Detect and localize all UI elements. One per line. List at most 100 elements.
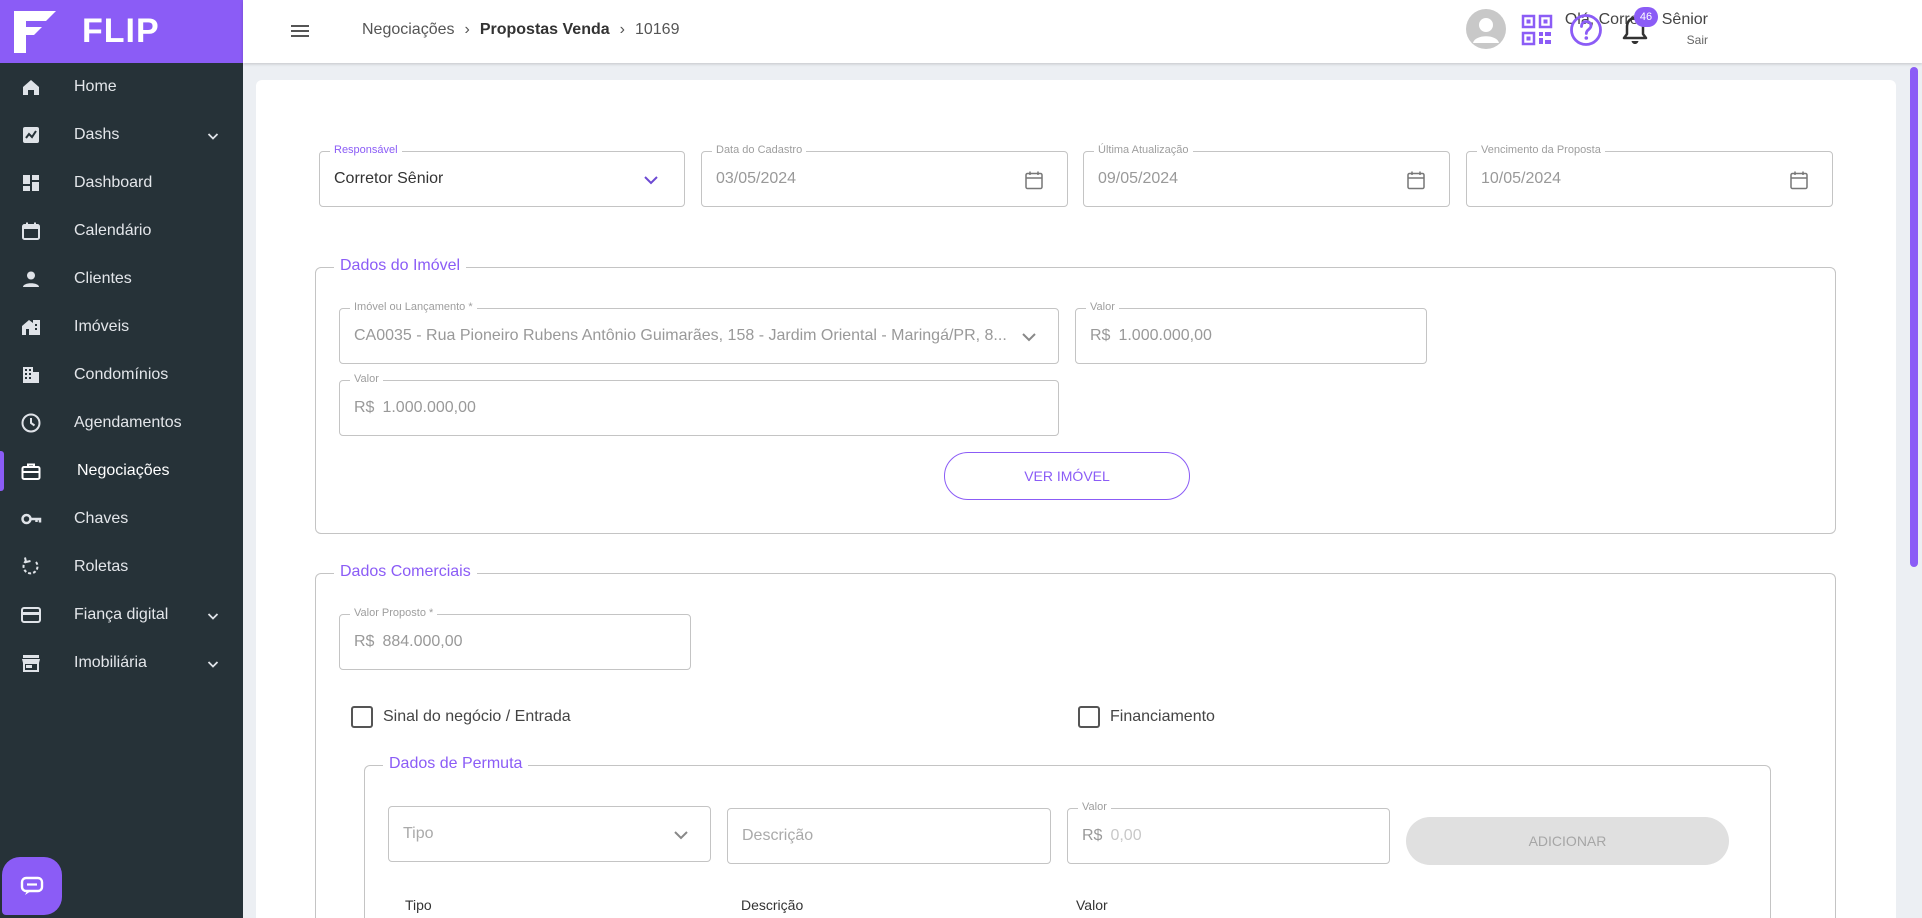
data-cadastro-field[interactable]: Data do Cadastro 03/05/2024 — [701, 144, 1068, 207]
house-icon — [20, 316, 42, 338]
sidebar-item-fianca-digital[interactable]: Fiança digital — [0, 591, 243, 639]
dashboard-icon — [20, 172, 42, 194]
sidebar-item-label: Roletas — [74, 558, 129, 575]
sidebar-item-calendario[interactable]: Calendário — [0, 207, 243, 255]
person-icon — [20, 268, 42, 290]
dados-imovel-title: Dados do Imóvel — [334, 257, 467, 275]
scrollbar-thumb[interactable] — [1910, 67, 1918, 567]
sidebar-item-label: Imobiliária — [74, 654, 147, 671]
logo[interactable]: FLIP — [0, 0, 243, 63]
sidebar-item-dashboard[interactable]: Dashboard — [0, 159, 243, 207]
breadcrumb-separator-icon: › — [619, 21, 625, 38]
responsavel-select[interactable]: Responsável Corretor Sênior — [319, 144, 685, 207]
sidebar-item-label: Fiança digital — [74, 606, 169, 623]
building-icon — [20, 364, 42, 386]
ultima-atualizacao-value: 09/05/2024 — [1098, 170, 1179, 187]
sidebar-item-agendamentos[interactable]: Agendamentos — [0, 399, 243, 447]
breadcrumb-id: 10169 — [634, 21, 680, 38]
valor-proposto-field[interactable]: Valor Proposto * R$ 884.000,00 — [339, 607, 691, 670]
chevron-down-icon — [207, 661, 219, 668]
valor-imovel-field[interactable]: Valor R$ 1.000.000,00 — [1075, 301, 1427, 364]
chat-icon — [20, 876, 44, 895]
chevron-down-icon — [207, 613, 219, 620]
dados-comerciais-section: Dados Comerciais Valor Proposto * R$ 884.… — [315, 563, 1836, 918]
menu-button[interactable] — [289, 20, 311, 42]
chevron-down-icon — [1022, 333, 1036, 342]
currency-prefix: R$ — [1082, 827, 1103, 844]
valor-label: Valor — [1078, 801, 1111, 813]
valor-proposto-value: 884.000,00 — [382, 633, 463, 650]
dados-comerciais-title: Dados Comerciais — [334, 563, 477, 581]
chevron-down-icon — [644, 176, 658, 185]
permuta-descricao-input[interactable]: Descrição — [727, 808, 1051, 864]
breadcrumb-propostas-venda[interactable]: Propostas Venda — [480, 21, 610, 39]
tipo-placeholder: Tipo — [403, 825, 434, 842]
ultima-atualizacao-field[interactable]: Última Atualização 09/05/2024 — [1083, 144, 1450, 207]
sidebar: FLIP Home Dashs Dashboard Calendário Cliente… — [0, 0, 243, 918]
sidebar-item-condominios[interactable]: Condomínios — [0, 351, 243, 399]
vencimento-field[interactable]: Vencimento da Proposta 10/05/2024 — [1466, 144, 1833, 207]
chart-icon — [20, 124, 42, 146]
sidebar-item-negociacoes[interactable]: Negociações — [0, 447, 243, 495]
ver-imovel-button[interactable]: VER IMÓVEL — [944, 452, 1190, 500]
card-icon — [20, 604, 42, 626]
sidebar-item-imoveis[interactable]: Imóveis — [0, 303, 243, 351]
vencimento-value: 10/05/2024 — [1481, 170, 1562, 187]
permuta-tipo-select[interactable]: Tipo — [388, 806, 711, 862]
qr-code-icon — [1521, 14, 1553, 46]
checkbox-icon[interactable] — [1078, 706, 1100, 728]
home-icon — [20, 76, 42, 98]
ultima-atualizacao-label: Última Atualização — [1094, 144, 1193, 156]
column-header-tipo: Tipo — [405, 897, 432, 913]
sidebar-nav: Home Dashs Dashboard Calendário Clientes Imóv… — [0, 63, 243, 687]
valor-imovel-field-2[interactable]: Valor R$ 1.000.000,00 — [339, 373, 1059, 436]
valor-label: Valor — [1086, 301, 1119, 313]
descricao-placeholder: Descrição — [742, 827, 814, 844]
sidebar-item-chaves[interactable]: Chaves — [0, 495, 243, 543]
breadcrumb-negociacoes[interactable]: Negociações — [362, 21, 455, 39]
calendar-icon[interactable] — [1788, 169, 1810, 191]
chevron-down-icon — [674, 831, 688, 840]
chevron-down-icon — [207, 133, 219, 140]
sidebar-item-imobiliaria[interactable]: Imobiliária — [0, 639, 243, 687]
avatar[interactable] — [1466, 9, 1506, 49]
imovel-value: CA0035 - Rua Pioneiro Rubens Antônio Gui… — [354, 327, 1007, 344]
sidebar-item-label: Agendamentos — [74, 414, 182, 431]
chat-button[interactable] — [2, 857, 62, 915]
main-content: Responsável Corretor Sênior Data do Cada… — [256, 80, 1896, 918]
vencimento-label: Vencimento da Proposta — [1477, 144, 1605, 156]
permuta-valor-input[interactable]: Valor R$ 0,00 — [1067, 801, 1390, 864]
checkbox-icon[interactable] — [351, 706, 373, 728]
responsavel-value: Corretor Sênior — [334, 170, 444, 187]
imovel-select[interactable]: Imóvel ou Lançamento * CA0035 - Rua Pion… — [339, 301, 1059, 364]
store-icon — [20, 652, 42, 674]
sinal-checkbox[interactable]: Sinal do negócio / Entrada — [351, 706, 571, 728]
adicionar-button[interactable]: ADICIONAR — [1406, 817, 1729, 865]
financiamento-checkbox[interactable]: Financiamento — [1078, 706, 1215, 728]
flip-logo-icon — [12, 9, 58, 55]
valor-label: Valor — [350, 373, 383, 385]
currency-prefix: R$ — [1090, 327, 1111, 344]
calendar-icon[interactable] — [1023, 169, 1045, 191]
valor-value: 1.000.000,00 — [1118, 327, 1212, 344]
clock-icon — [20, 412, 42, 434]
calendar-icon[interactable] — [1405, 169, 1427, 191]
sidebar-item-label: Dashs — [74, 126, 120, 143]
sidebar-item-clientes[interactable]: Clientes — [0, 255, 243, 303]
top-header: Negociações › Propostas Venda › 10169 Ol… — [243, 0, 1922, 63]
sidebar-item-label: Imóveis — [74, 318, 130, 335]
calendar-icon — [20, 220, 42, 242]
currency-prefix: R$ — [354, 399, 375, 416]
page-scrollbar[interactable] — [1908, 67, 1920, 918]
sidebar-item-label: Calendário — [74, 222, 152, 239]
qr-code-button[interactable] — [1521, 14, 1553, 46]
sidebar-item-roletas[interactable]: Roletas — [0, 543, 243, 591]
sidebar-item-label: Clientes — [74, 270, 132, 287]
sidebar-item-home[interactable]: Home — [0, 63, 243, 111]
sidebar-item-label: Condomínios — [74, 366, 169, 383]
sidebar-item-dashs[interactable]: Dashs — [0, 111, 243, 159]
column-header-descricao: Descrição — [741, 897, 804, 913]
sidebar-item-label: Dashboard — [74, 174, 153, 191]
key-icon — [20, 508, 42, 530]
help-button[interactable] — [1569, 13, 1603, 47]
